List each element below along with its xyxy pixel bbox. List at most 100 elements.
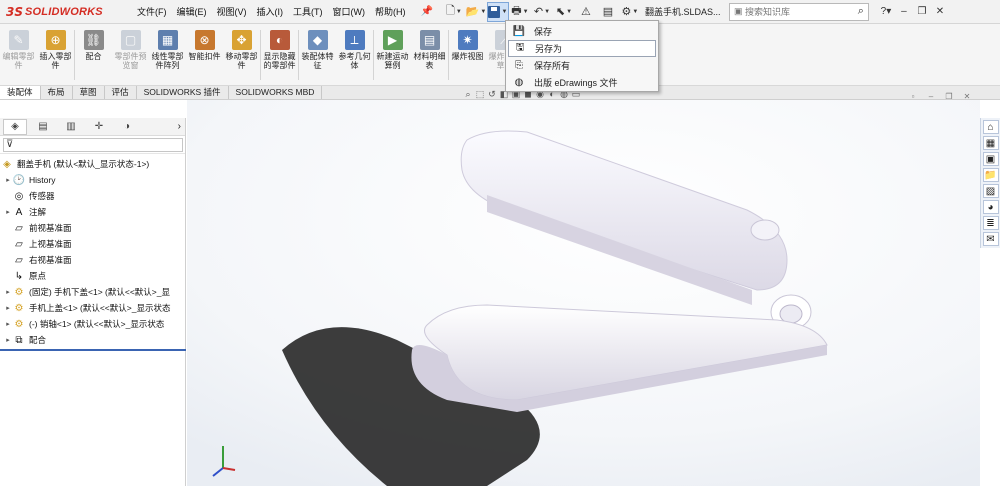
dimxpert-tab-icon[interactable]: ✛ xyxy=(87,119,111,135)
appearances-icon[interactable]: ◕ xyxy=(982,200,999,214)
menu-item[interactable]: 文件(F) xyxy=(132,5,172,18)
expand-arrow-icon[interactable]: ▸ xyxy=(4,176,12,184)
tree-item[interactable]: ▸ ⚙ (-) 销轴<1> (默认<<默认>_显示状态 xyxy=(0,316,185,332)
resources-icon[interactable]: ▦ xyxy=(982,136,999,150)
menu-item[interactable]: 视图(V) xyxy=(212,5,252,18)
tree-item[interactable]: ◎ 传感器 xyxy=(0,188,185,204)
property-manager-tab-icon[interactable]: ▤ xyxy=(31,119,55,135)
view-palette-icon[interactable]: ▨ xyxy=(982,184,999,198)
tree-item[interactable]: ▱ 上视基准面 xyxy=(0,236,185,252)
print-icon[interactable]: 🖶 ▼ xyxy=(509,2,531,22)
minimize-icon[interactable]: – xyxy=(895,6,913,17)
ribbon-button[interactable]: ▤ 材料明细表 xyxy=(411,24,448,86)
ribbon-button-label: 编辑零部件 xyxy=(2,52,35,70)
expand-arrow-icon[interactable]: ▸ xyxy=(4,336,12,344)
pin-icon[interactable]: 📌 xyxy=(421,6,433,17)
tree-item[interactable]: ▸ ⚙ 手机上盖<1> (默认<<默认>_显示状态 xyxy=(0,300,185,316)
tabs-more-icon[interactable]: › xyxy=(178,121,181,132)
expand-arrow-icon[interactable]: ▸ xyxy=(4,320,12,328)
design-library-icon[interactable]: ▣ xyxy=(982,152,999,166)
filter-input[interactable]: ⊽ xyxy=(3,137,183,152)
feature-tree-tab-icon[interactable]: ◈ xyxy=(3,118,27,135)
new-document-icon[interactable]: 🗋 ▼ xyxy=(443,2,465,22)
tree-item[interactable]: ▸ A 注解 xyxy=(0,204,185,220)
file-properties-icon[interactable]: ▤ xyxy=(597,2,619,22)
file-explorer-icon[interactable]: 📁 xyxy=(982,168,999,182)
plane-icon: ▱ xyxy=(15,254,23,266)
save-menu-item[interactable]: ⎘ 保存所有 xyxy=(508,57,656,74)
ribbon-button[interactable]: ◆ 装配体特征 xyxy=(299,24,336,86)
save-button[interactable]: ▼ xyxy=(486,1,509,22)
undo-icon[interactable]: ↶ ▼ xyxy=(531,2,553,22)
viewport-restore-icon[interactable]: ❐ xyxy=(940,92,958,101)
zoom-to-fit-icon[interactable]: ⌕ xyxy=(462,89,474,100)
configuration-manager-tab-icon[interactable]: ▥ xyxy=(59,119,83,135)
open-icon[interactable]: 📂 ▼ xyxy=(465,2,487,22)
ribbon-button[interactable]: ▦ 线性零部件阵列 xyxy=(149,24,186,86)
tab-1[interactable]: 布局 xyxy=(41,86,73,99)
origin-icon: ↳ xyxy=(14,270,24,282)
ribbon-button[interactable]: ⛓ 配合 xyxy=(75,24,112,86)
search-input[interactable]: ▣ 搜索知识库 ⌕ xyxy=(728,2,869,21)
tree-root[interactable]: ◈ 翻盖手机 (默认<默认_显示状态-1>) xyxy=(0,156,185,172)
save-menu-item[interactable]: 💾 保存 xyxy=(508,23,656,40)
solidworks-logo[interactable]: 3S SOLIDWORKS xyxy=(0,5,120,19)
tab-2[interactable]: 草图 xyxy=(73,86,105,99)
tree-item[interactable]: ▸ ⧉ 配合 xyxy=(0,332,185,348)
custom-properties-icon[interactable]: ≣ xyxy=(982,216,999,230)
ribbon-button[interactable]: ▶ 新建运动算例 xyxy=(374,24,411,86)
tree-item-label: (-) 销轴<1> (默认<<默认>_显示状态 xyxy=(29,319,165,329)
tree-item[interactable]: ▸ ⚙ (固定) 手机下盖<1> (默认<<默认>_显 xyxy=(0,284,185,300)
ribbon-button[interactable]: ⊗ 智能扣件 xyxy=(186,24,223,86)
feature-tree: ◈ 翻盖手机 (默认<默认_显示状态-1>) ▸ 🕑 History ◎ 传感器 ▸ A 注解 ▱ 前… xyxy=(0,154,186,351)
viewport-split-icon[interactable]: ▫ xyxy=(904,92,922,101)
options-gear-icon[interactable]: ⚙ ▼ xyxy=(619,2,641,22)
zoom-area-icon[interactable]: ⬚ xyxy=(474,89,486,100)
menu-item[interactable]: 编辑(E) xyxy=(172,5,212,18)
edit-component-icon: ✎ xyxy=(8,30,29,50)
display-manager-tab-icon[interactable]: ◑ xyxy=(115,119,139,135)
tree-item-label: 上视基准面 xyxy=(29,239,72,249)
ribbon-button[interactable]: ✎ 编辑零部件 xyxy=(0,24,37,86)
viewport-close-icon[interactable]: ✕ xyxy=(958,92,976,101)
tree-item[interactable]: ▱ 右视基准面 xyxy=(0,252,185,268)
expand-arrow-icon[interactable]: ▸ xyxy=(4,304,12,312)
forum-icon[interactable]: ✉ xyxy=(982,232,999,246)
tree-item[interactable]: ▱ 前视基准面 xyxy=(0,220,185,236)
ribbon-button-label: 智能扣件 xyxy=(188,52,221,61)
menu-item[interactable]: 帮助(H) xyxy=(370,5,411,18)
tree-item[interactable]: ↳ 原点 xyxy=(0,268,185,284)
ribbon-button[interactable]: ▢ 零部件预览窗 xyxy=(112,24,149,86)
tab-4[interactable]: SOLIDWORKS 插件 xyxy=(137,86,229,99)
expand-arrow-icon[interactable]: ▸ xyxy=(4,288,12,296)
menu-item[interactable]: 窗口(W) xyxy=(328,5,371,18)
save-menu-label: 保存所有 xyxy=(534,61,571,71)
menu-item[interactable]: 插入(I) xyxy=(252,5,289,18)
tab-3[interactable]: 评估 xyxy=(105,86,137,99)
expand-arrow-icon[interactable]: ▸ xyxy=(4,208,12,216)
save-menu-item[interactable]: 🖫 另存为 xyxy=(508,40,656,57)
restore-icon[interactable]: ❐ xyxy=(913,6,931,17)
graphics-area[interactable] xyxy=(187,100,980,486)
menu-item[interactable]: 工具(T) xyxy=(288,5,328,18)
ribbon-button-label: 移动零部件 xyxy=(225,52,258,70)
help-icon[interactable]: ?▾ xyxy=(877,6,895,17)
ribbon-button[interactable]: ⊕ 插入零部件 xyxy=(37,24,74,86)
save-menu-item[interactable]: ◍ 出版 eDrawings 文件 xyxy=(508,74,656,91)
tab-0[interactable]: 装配体 xyxy=(0,86,41,99)
tree-item[interactable]: ▸ 🕑 History xyxy=(0,172,185,188)
ribbon-button[interactable]: ✷ 爆炸视图 xyxy=(449,24,486,86)
plane-icon: ▱ xyxy=(15,222,23,234)
ribbon-button[interactable]: ⟂ 参考几何体 xyxy=(336,24,373,86)
select-icon[interactable]: ⬉ ▼ xyxy=(553,2,575,22)
ribbon-button[interactable]: ✥ 移动零部件 xyxy=(223,24,260,86)
tab-5[interactable]: SOLIDWORKS MBD xyxy=(229,86,323,99)
search-icon[interactable]: ⌕ xyxy=(858,5,864,18)
ribbon-button[interactable]: ◐ 显示隐藏的零部件 xyxy=(261,24,298,86)
close-icon[interactable]: ✕ xyxy=(931,6,949,17)
viewport-minimize-icon[interactable]: – xyxy=(922,92,940,101)
previous-view-icon[interactable]: ↺ xyxy=(486,89,498,100)
tree-root-label: 翻盖手机 (默认<默认_显示状态-1>) xyxy=(17,159,150,169)
home-icon[interactable]: ⌂ xyxy=(982,120,999,134)
rebuild-icon[interactable]: ⚠ xyxy=(575,2,597,22)
